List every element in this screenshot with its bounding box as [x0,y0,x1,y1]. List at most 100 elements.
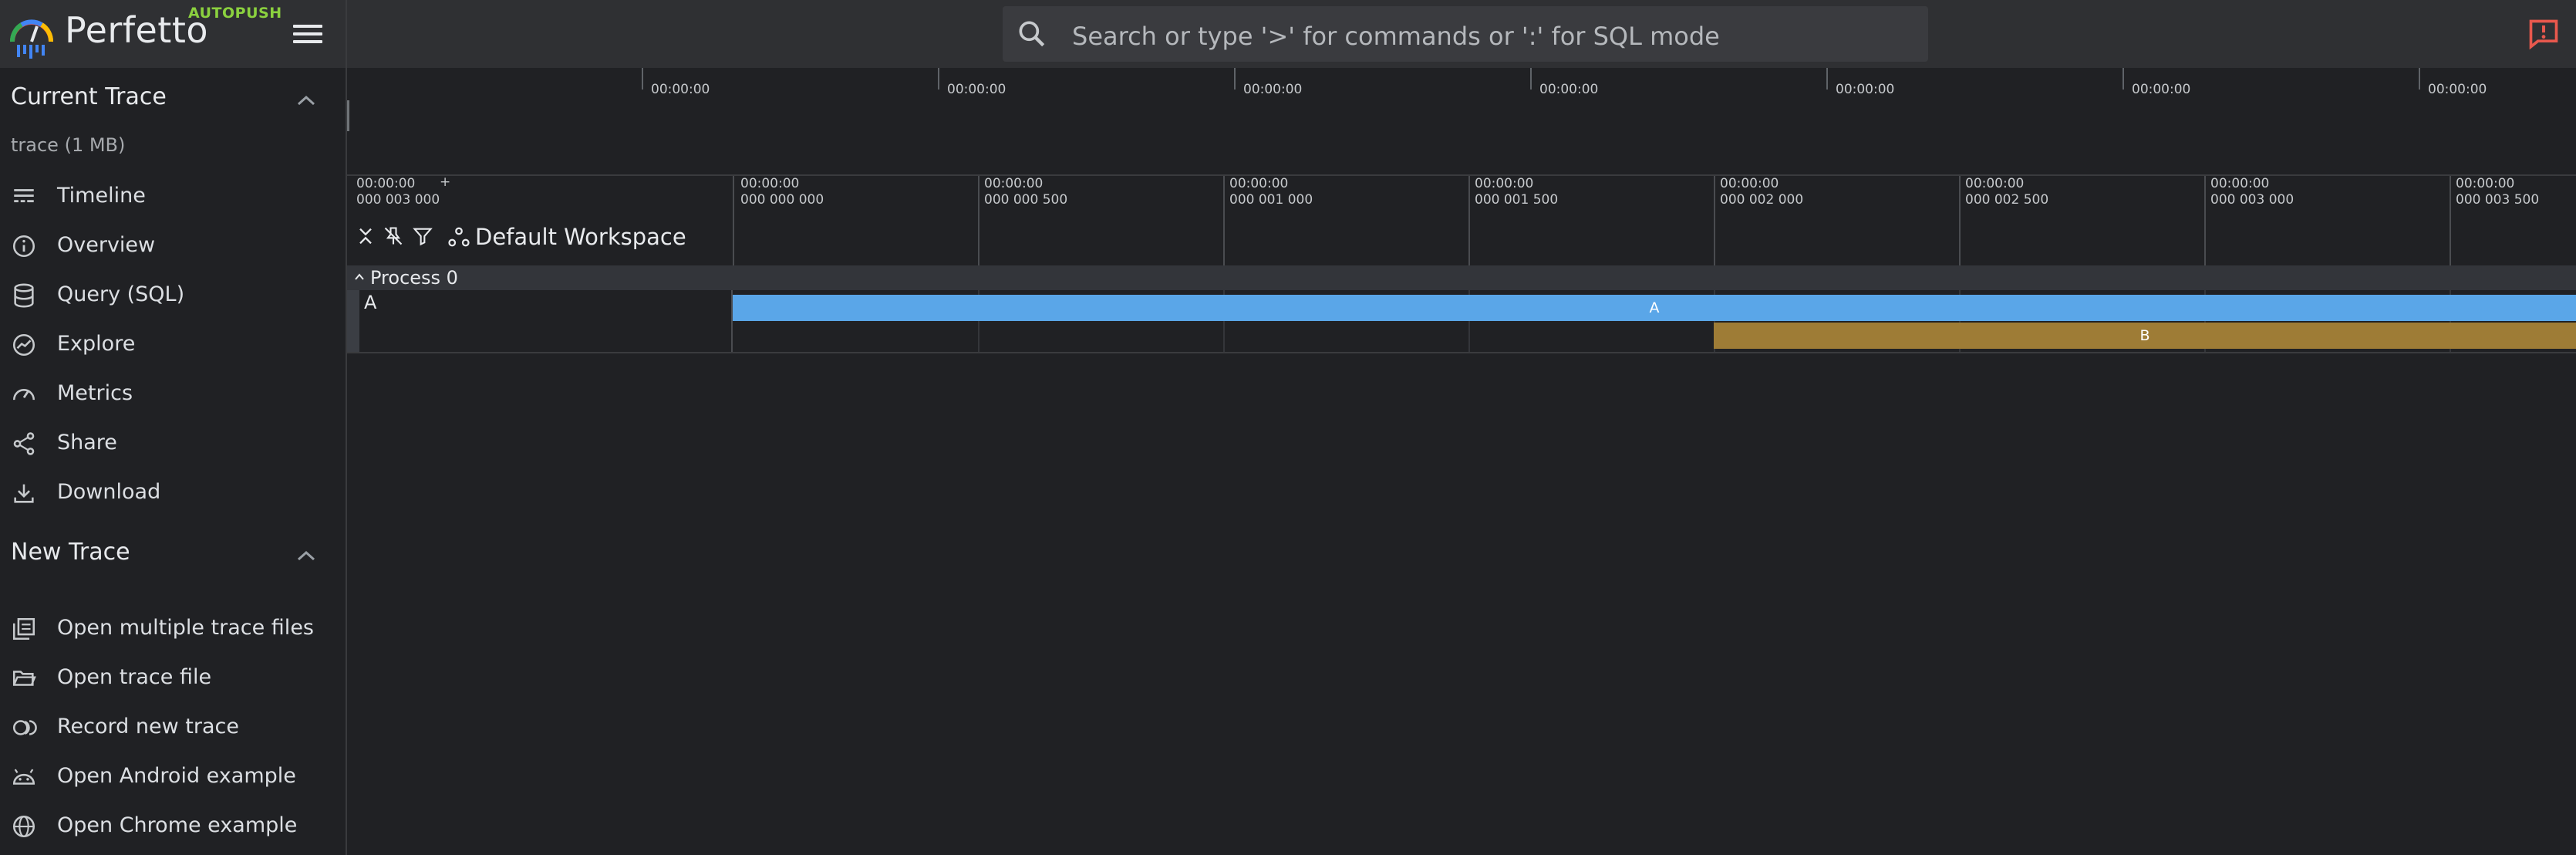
sidebar-item-label: Explore [57,332,136,356]
brand-name: Perfetto [65,9,209,51]
sidebar-item-label: Open Android example [57,764,296,788]
track-indent [347,290,359,352]
sidebar-item-query[interactable]: Query (SQL) [0,273,346,316]
menu-icon[interactable] [293,20,322,48]
sidebar-item-open-chrome-example[interactable]: Open Chrome example [0,804,346,847]
axis-tick [1714,176,1715,265]
axis-tick-label: 00:00:00 000 003 000 [2210,176,2294,208]
time-offset: 00:00:00 000 003 000 [356,176,440,208]
track-name: A [364,292,377,313]
axis-tick-label: 00:00:00 000 003 500 [2456,176,2540,208]
process-name: Process 0 [370,267,458,289]
top-bar: Perfetto AUTOPUSH Search or type '>' for… [0,0,2576,68]
overview-tick-label: 00:00:00 [947,82,1006,97]
chevron-up-icon[interactable] [353,272,366,282]
overview-timeline[interactable]: 00:00:00 00:00:00 00:00:00 00:00:00 00:0… [347,68,2576,176]
share-icon [13,432,35,455]
chevron-up-icon[interactable] [295,548,318,563]
track-shell-header: 00:00:00 000 003 000 + Default Workspace [347,174,734,265]
sidebar-item-open-multiple[interactable]: Open multiple trace files [0,607,346,650]
filter-icon[interactable] [412,225,433,247]
overview-tick [642,68,643,90]
android-icon [12,769,35,785]
axis-tick [2450,176,2451,265]
chevron-up-icon[interactable] [295,93,318,108]
sidebar: Current Trace trace (1 MB) Timeline Over… [0,68,346,855]
axis-tick-label: 00:00:00 000 000 000 [740,176,824,208]
sidebar-item-label: Query (SQL) [57,282,185,306]
timeline-panel: 00:00:00 00:00:00 00:00:00 00:00:00 00:0… [347,68,2576,855]
workspace-selector[interactable]: Default Workspace [475,224,686,250]
overview-tick-label: 00:00:00 [2428,82,2487,97]
sidebar-item-explore[interactable]: Explore [0,323,346,366]
time-offset-line2: 000 003 000 [356,192,440,208]
overview-tick-label: 00:00:00 [1836,82,1895,97]
axis-tick [978,176,979,265]
overview-drag-handle[interactable] [347,100,349,131]
sidebar-item-label: Open multiple trace files [57,616,314,640]
record-icon [12,720,37,735]
collapse-all-icon[interactable] [355,225,376,247]
trace-name: trace (1 MB) [11,134,126,156]
folder-open-icon [12,671,36,686]
section-current-trace-title[interactable]: Current Trace [11,83,167,110]
overview-tick [1234,68,1236,90]
axis-tick [2204,176,2206,265]
axis-tick-label: 00:00:00 000 002 000 [1720,176,1804,208]
overview-tick-label: 00:00:00 [1243,82,1303,97]
omnibox[interactable]: Search or type '>' for commands or ':' f… [1003,6,1928,62]
slice-b[interactable]: B [1714,323,2576,349]
overview-tick [2419,68,2420,90]
timeline-icon [14,189,34,203]
time-offset-line1: 00:00:00 [356,176,416,191]
sidebar-item-download[interactable]: Download [0,471,346,514]
sidebar-item-share[interactable]: Share [0,421,346,465]
overview-tick [1530,68,1532,90]
sidebar-item-overview[interactable]: Overview [0,224,346,267]
speedometer-icon [12,389,35,400]
unpin-icon[interactable] [383,225,404,247]
sidebar-item-metrics[interactable]: Metrics [0,372,346,415]
overview-tick [1826,68,1828,90]
sidebar-item-label: Open trace file [57,665,212,689]
sidebar-item-open-trace-file[interactable]: Open trace file [0,656,346,699]
slice-a[interactable]: A [733,295,2576,321]
sidebar-item-label: Open Chrome example [57,813,298,837]
workspace-icon[interactable] [447,225,470,248]
section-new-trace-title[interactable]: New Trace [11,539,130,566]
axis-tick [1959,176,1961,265]
sidebar-item-timeline[interactable]: Timeline [0,174,346,218]
explore-icon [12,333,35,357]
sidebar-item-label: Timeline [57,184,146,208]
overview-tick-label: 00:00:00 [651,82,710,97]
axis-tick [1223,176,1225,265]
sidebar-item-label: Download [57,480,161,504]
search-input[interactable]: Search or type '>' for commands or ':' f… [1072,22,1720,51]
axis-tick [1468,176,1470,265]
track-a[interactable]: A A B [347,290,2576,353]
perfetto-logo-icon [10,19,53,59]
library-icon [12,617,35,640]
axis-tick-label: 00:00:00 000 000 500 [984,176,1068,208]
overview-tick [2123,68,2124,90]
axis-tick-label: 00:00:00 000 001 500 [1475,176,1559,208]
overview-tick-label: 00:00:00 [2132,82,2191,97]
axis-tick-label: 00:00:00 000 001 000 [1229,176,1313,208]
overview-tick [938,68,939,90]
sidebar-item-label: Share [57,431,117,455]
sidebar-item-open-android-example[interactable]: Open Android example [0,755,346,798]
time-axis-header: 00:00:00 000 003 000 + Default Workspace… [347,174,2576,267]
overview-tick-label: 00:00:00 [1539,82,1599,97]
report-bug-icon[interactable] [2527,17,2561,51]
sidebar-item-label: Overview [57,233,156,257]
search-icon [1019,21,1045,47]
time-offset-sign: + [440,174,451,190]
sidebar-item-label: Metrics [57,381,133,405]
axis-tick-label: 00:00:00 000 002 500 [1965,176,2049,208]
sidebar-item-record-new-trace[interactable]: Record new trace [0,705,346,749]
download-icon [14,484,34,503]
sidebar-item-label: Record new trace [57,715,239,738]
database-icon [14,283,34,308]
process-group-header[interactable]: Process 0 [347,265,2576,290]
axis-tick [733,176,734,265]
